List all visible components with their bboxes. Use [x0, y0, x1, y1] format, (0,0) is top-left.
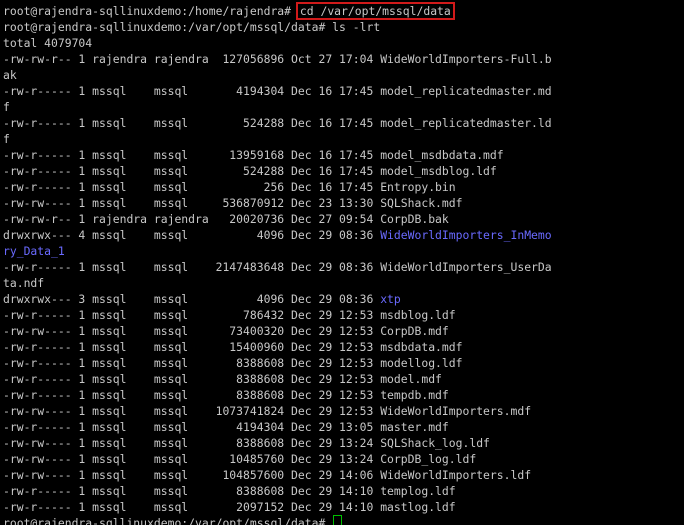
- file-name: model.mdf: [380, 372, 442, 386]
- listing-row-wrap: ry_Data_1: [3, 243, 681, 259]
- file-metadata: -rw-rw-r-- 1 rajendra rajendra 20020736 …: [3, 212, 381, 226]
- file-listing: -rw-rw-r-- 1 rajendra rajendra 127056896…: [3, 51, 681, 515]
- file-metadata: -rw-rw---- 1 mssql mssql 73400320 Dec 29…: [3, 324, 381, 338]
- file-metadata: -rw-rw-r-- 1 rajendra rajendra 127056896…: [3, 52, 381, 66]
- listing-row: -rw-r----- 1 mssql mssql 524288 Dec 16 1…: [3, 115, 681, 131]
- file-metadata: -rw-r----- 1 mssql mssql 524288 Dec 16 1…: [3, 164, 381, 178]
- file-metadata: -rw-r----- 1 mssql mssql 8388608 Dec 29 …: [3, 388, 381, 402]
- listing-row: -rw-rw-r-- 1 rajendra rajendra 20020736 …: [3, 211, 681, 227]
- file-name-continued: ta.ndf: [3, 276, 45, 290]
- ls-command: ls -lrt: [332, 20, 381, 34]
- file-metadata: drwxrwx--- 3 mssql mssql 4096 Dec 29 08:…: [3, 292, 381, 306]
- listing-row: -rw-rw---- 1 mssql mssql 104857600 Dec 2…: [3, 467, 681, 483]
- listing-row: -rw-rw---- 1 mssql mssql 8388608 Dec 29 …: [3, 435, 681, 451]
- file-name: model_replicatedmaster.ld: [380, 116, 552, 130]
- listing-row: -rw-r----- 1 mssql mssql 4194304 Dec 16 …: [3, 83, 681, 99]
- file-name: SQLShack.mdf: [380, 196, 463, 210]
- file-name: WideWorldImporters.mdf: [380, 404, 532, 418]
- directory-name-continued: ry_Data_1: [3, 244, 65, 258]
- listing-row: -rw-r----- 1 mssql mssql 4194304 Dec 29 …: [3, 419, 681, 435]
- shell-prompt: root@rajendra-sqllinuxdemo:/var/opt/mssq…: [3, 516, 333, 525]
- file-metadata: -rw-r----- 1 mssql mssql 2147483648 Dec …: [3, 260, 381, 274]
- file-metadata: drwxrwx--- 4 mssql mssql 4096 Dec 29 08:…: [3, 228, 381, 242]
- file-name: msdbdata.mdf: [380, 340, 463, 354]
- shell-prompt: root@rajendra-sqllinuxdemo:/home/rajendr…: [3, 4, 298, 18]
- listing-row: -rw-r----- 1 mssql mssql 8388608 Dec 29 …: [3, 387, 681, 403]
- file-name: templog.ldf: [380, 484, 456, 498]
- shell-prompt: root@rajendra-sqllinuxdemo:/var/opt/mssq…: [3, 20, 333, 34]
- file-metadata: -rw-r----- 1 mssql mssql 4194304 Dec 29 …: [3, 420, 381, 434]
- file-metadata: -rw-rw---- 1 mssql mssql 8388608 Dec 29 …: [3, 436, 381, 450]
- screenshot: root@rajendra-sqllinuxdemo:/home/rajendr…: [0, 0, 684, 527]
- file-name-continued: f: [3, 100, 10, 114]
- listing-row: -rw-rw---- 1 mssql mssql 1073741824 Dec …: [3, 403, 681, 419]
- file-name: Entropy.bin: [380, 180, 456, 194]
- file-name: WideWorldImporters.ldf: [380, 468, 532, 482]
- listing-row: drwxrwx--- 3 mssql mssql 4096 Dec 29 08:…: [3, 291, 681, 307]
- file-name: SQLShack_log.ldf: [380, 436, 490, 450]
- terminal-window[interactable]: root@rajendra-sqllinuxdemo:/home/rajendr…: [0, 0, 684, 525]
- file-name: CorpDB_log.ldf: [380, 452, 477, 466]
- listing-row: -rw-r----- 1 mssql mssql 8388608 Dec 29 …: [3, 483, 681, 499]
- file-name: model_msdblog.ldf: [380, 164, 497, 178]
- file-name-continued: f: [3, 132, 10, 146]
- file-metadata: -rw-r----- 1 mssql mssql 4194304 Dec 16 …: [3, 84, 381, 98]
- listing-row-wrap: f: [3, 99, 681, 115]
- file-metadata: -rw-r----- 1 mssql mssql 2097152 Dec 29 …: [3, 500, 381, 514]
- command-line-cd: root@rajendra-sqllinuxdemo:/home/rajendr…: [3, 2, 681, 20]
- listing-row: -rw-rw---- 1 mssql mssql 73400320 Dec 29…: [3, 323, 681, 339]
- file-name: mastlog.ldf: [380, 500, 456, 514]
- command-line-current: root@rajendra-sqllinuxdemo:/var/opt/mssq…: [3, 515, 681, 525]
- file-name: CorpDB.bak: [380, 212, 449, 226]
- file-name: WideWorldImporters_UserDa: [380, 260, 552, 274]
- file-name: tempdb.mdf: [380, 388, 449, 402]
- file-metadata: -rw-r----- 1 mssql mssql 524288 Dec 16 1…: [3, 116, 381, 130]
- file-metadata: -rw-r----- 1 mssql mssql 256 Dec 16 17:4…: [3, 180, 381, 194]
- listing-row: -rw-r----- 1 mssql mssql 8388608 Dec 29 …: [3, 371, 681, 387]
- file-metadata: -rw-rw---- 1 mssql mssql 10485760 Dec 29…: [3, 452, 381, 466]
- file-metadata: -rw-r----- 1 mssql mssql 8388608 Dec 29 …: [3, 484, 381, 498]
- highlighted-command: cd /var/opt/mssql/data: [295, 2, 455, 20]
- file-metadata: -rw-r----- 1 mssql mssql 786432 Dec 29 1…: [3, 308, 381, 322]
- file-metadata: -rw-r----- 1 mssql mssql 8388608 Dec 29 …: [3, 356, 381, 370]
- file-metadata: -rw-rw---- 1 mssql mssql 536870912 Dec 2…: [3, 196, 381, 210]
- file-name: CorpDB.mdf: [380, 324, 449, 338]
- listing-row: -rw-r----- 1 mssql mssql 2147483648 Dec …: [3, 259, 681, 275]
- listing-row: -rw-r----- 1 mssql mssql 2097152 Dec 29 …: [3, 499, 681, 515]
- directory-name: xtp: [380, 292, 401, 306]
- file-name: model_replicatedmaster.md: [380, 84, 552, 98]
- file-name: WideWorldImporters-Full.b: [380, 52, 552, 66]
- file-name: msdblog.ldf: [380, 308, 456, 322]
- listing-row: -rw-r----- 1 mssql mssql 15400960 Dec 29…: [3, 339, 681, 355]
- listing-row: -rw-r----- 1 mssql mssql 256 Dec 16 17:4…: [3, 179, 681, 195]
- listing-row-wrap: ta.ndf: [3, 275, 681, 291]
- file-metadata: -rw-r----- 1 mssql mssql 8388608 Dec 29 …: [3, 372, 381, 386]
- terminal-cursor: [333, 515, 343, 525]
- terminal-output: root@rajendra-sqllinuxdemo:/home/rajendr…: [3, 2, 681, 525]
- directory-name: WideWorldImporters_InMemo: [380, 228, 552, 242]
- file-metadata: -rw-rw---- 1 mssql mssql 104857600 Dec 2…: [3, 468, 381, 482]
- listing-row: -rw-rw-r-- 1 rajendra rajendra 127056896…: [3, 51, 681, 67]
- listing-row: -rw-r----- 1 mssql mssql 524288 Dec 16 1…: [3, 163, 681, 179]
- listing-row-wrap: ak: [3, 67, 681, 83]
- command-line-ls: root@rajendra-sqllinuxdemo:/var/opt/mssq…: [3, 19, 681, 35]
- listing-row: -rw-rw---- 1 mssql mssql 536870912 Dec 2…: [3, 195, 681, 211]
- total-line: total 4079704: [3, 36, 93, 50]
- file-name: modellog.ldf: [380, 356, 463, 370]
- listing-row: -rw-rw---- 1 mssql mssql 10485760 Dec 29…: [3, 451, 681, 467]
- listing-row: -rw-r----- 1 mssql mssql 786432 Dec 29 1…: [3, 307, 681, 323]
- listing-row-wrap: f: [3, 131, 681, 147]
- file-metadata: -rw-rw---- 1 mssql mssql 1073741824 Dec …: [3, 404, 381, 418]
- file-metadata: -rw-r----- 1 mssql mssql 13959168 Dec 16…: [3, 148, 381, 162]
- file-name: master.mdf: [380, 420, 449, 434]
- listing-row: -rw-r----- 1 mssql mssql 8388608 Dec 29 …: [3, 355, 681, 371]
- file-name-continued: ak: [3, 68, 17, 82]
- file-metadata: -rw-r----- 1 mssql mssql 15400960 Dec 29…: [3, 340, 381, 354]
- file-name: model_msdbdata.mdf: [380, 148, 504, 162]
- listing-row: drwxrwx--- 4 mssql mssql 4096 Dec 29 08:…: [3, 227, 681, 243]
- listing-row: -rw-r----- 1 mssql mssql 13959168 Dec 16…: [3, 147, 681, 163]
